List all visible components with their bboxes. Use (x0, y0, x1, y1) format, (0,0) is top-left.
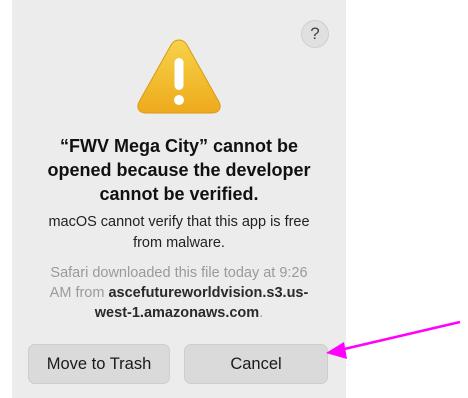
source-domain-continued: west-1.amazonaws.com (94, 305, 260, 321)
alert-title-line: cannot be verified. (99, 184, 259, 204)
alert-message-line: from malware. (133, 235, 225, 251)
alert-message-line: macOS cannot verify that this app is fre… (48, 214, 310, 230)
move-to-trash-button[interactable]: Move to Trash (28, 344, 170, 384)
gatekeeper-alert-dialog: ? “FWV Mega City” cannot be opened becau… (12, 0, 346, 398)
alert-message: macOS cannot verify that this app is fre… (20, 212, 338, 254)
source-suffix: . (259, 305, 264, 321)
alert-title: “FWV Mega City” cannot be opened because… (22, 134, 336, 206)
screenshot: ? “FWV Mega City” cannot be opened becau… (0, 0, 468, 398)
source-line: Safari downloaded this file today at 9:2… (50, 265, 308, 281)
help-button[interactable]: ? (301, 20, 329, 48)
cancel-button[interactable]: Cancel (184, 344, 328, 384)
alert-title-line: opened because the developer (47, 160, 311, 180)
source-domain: ascefutureworldvision.s3.us- (108, 285, 309, 301)
alert-title-line: “FWV Mega City” cannot be (59, 136, 299, 156)
arrow-shaft (339, 320, 461, 352)
question-mark-icon: ? (310, 24, 320, 43)
download-source-info: Safari downloaded this file today at 9:2… (26, 263, 332, 323)
warning-triangle-icon (137, 39, 221, 114)
source-prefix: AM from (49, 285, 109, 301)
